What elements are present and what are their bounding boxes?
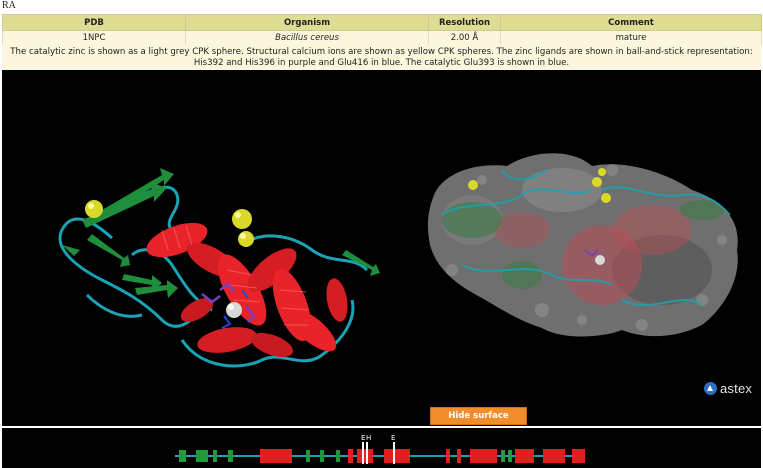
table-row: 1NPC Bacillus cereus 2.00 Å mature (2, 30, 762, 45)
pdb-id-cell: 1NPC (2, 30, 186, 45)
molecule-viewer[interactable]: astex Hide surface (2, 70, 761, 426)
molecule-render[interactable] (2, 70, 761, 426)
marker-label-e1: E (361, 434, 365, 442)
resolution-cell: 2.00 Å (428, 30, 501, 45)
table-header-row: PDB Organism Resolution Comment (2, 14, 762, 31)
structure-caption: The catalytic zinc is shown as a light g… (2, 44, 761, 70)
astex-logo: astex (704, 381, 752, 396)
marker-label-e2: E (391, 434, 395, 442)
comment-cell: mature (500, 30, 762, 45)
sequence-track: E H E (175, 434, 585, 464)
surface-structure (427, 153, 738, 337)
hide-surface-button[interactable]: Hide surface (430, 407, 527, 425)
cartoon-structure (58, 168, 380, 368)
column-header-comment: Comment (500, 14, 762, 31)
column-header-resolution: Resolution (428, 14, 501, 31)
structure-info-table: PDB Organism Resolution Comment 1NPC Bac… (2, 14, 762, 45)
column-header-organism: Organism (185, 14, 429, 31)
sequence-feature-bar[interactable]: E H E (2, 428, 761, 468)
organism-cell: Bacillus cereus (185, 30, 429, 45)
astex-logo-text: astex (720, 381, 753, 396)
page-header-label: RA (2, 0, 16, 11)
column-header-pdb: PDB (2, 14, 186, 31)
astex-triangle-icon (704, 382, 717, 395)
marker-label-h: H (366, 434, 371, 442)
